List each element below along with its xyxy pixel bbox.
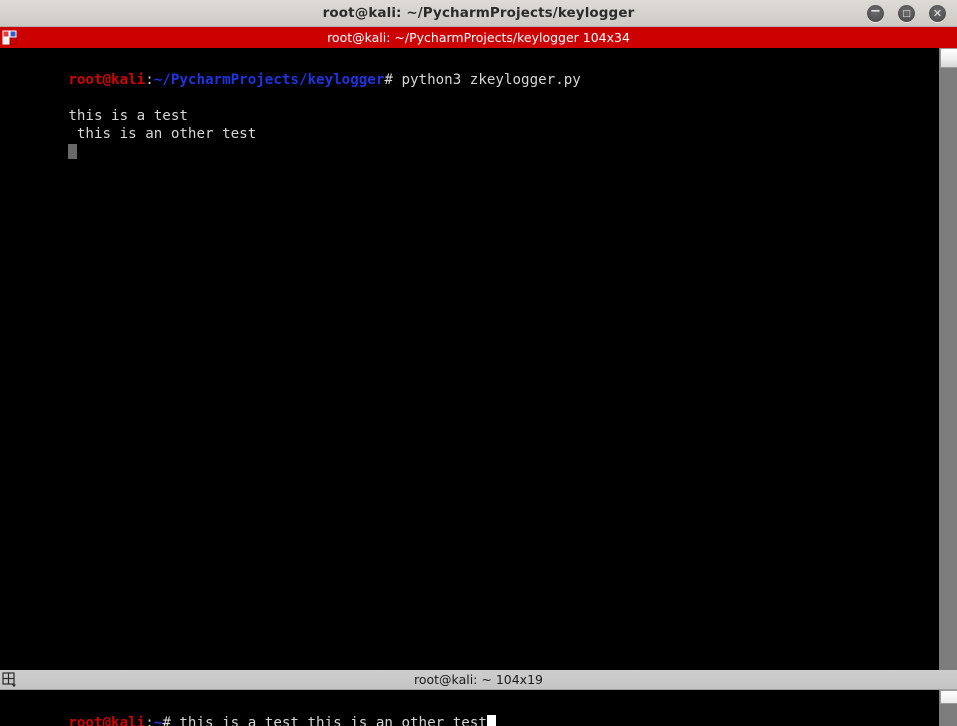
- terminal-cursor: [486, 715, 496, 726]
- pane-bottom-tab-label: root@kali: ~ 104x19: [414, 672, 543, 687]
- pane-bottom-scrollbar[interactable]: [938, 690, 957, 726]
- prompt-user-host: root@kali: [68, 72, 146, 88]
- terminal-window: root@kali: ~/PycharmProjects/keylogger −…: [0, 0, 957, 726]
- terminal-cursor-line: [0, 125, 78, 159]
- maximize-icon: □: [902, 9, 911, 19]
- terminal-line: root@kali:~# this is a test this is an o…: [0, 696, 496, 726]
- prompt-colon: :: [145, 715, 154, 726]
- pane-top-content[interactable]: root@kali:~/PycharmProjects/keylogger# p…: [0, 48, 938, 670]
- terminal-cursor: [68, 144, 78, 159]
- maximize-button[interactable]: □: [898, 5, 915, 22]
- minimize-icon: −: [870, 4, 881, 19]
- window-titlebar: root@kali: ~/PycharmProjects/keylogger −…: [0, 0, 957, 27]
- prompt-colon: :: [145, 72, 154, 88]
- minimize-button[interactable]: −: [867, 5, 884, 22]
- pane-top-tab-label: root@kali: ~/PycharmProjects/keylogger 1…: [327, 30, 630, 45]
- window-title: root@kali: ~/PycharmProjects/keylogger: [322, 5, 635, 21]
- pane-bottom-scrollbar-thumb[interactable]: [940, 690, 957, 704]
- close-icon: ✕: [932, 7, 943, 20]
- terminal-pane-bottom: root@kali: ~ 104x19 root@kali:~# this is…: [0, 670, 957, 726]
- close-button[interactable]: ✕: [929, 5, 946, 22]
- pane-bottom-tabbar[interactable]: root@kali: ~ 104x19: [0, 670, 957, 690]
- terminal-output-text: this is an other test: [68, 126, 257, 142]
- pane-top-tabbar[interactable]: root@kali: ~/PycharmProjects/keylogger 1…: [0, 27, 957, 48]
- terminal-line: this is an other test: [0, 107, 256, 142]
- prompt-command: # python3 zkeylogger.py: [384, 72, 581, 88]
- prompt-path: ~/PycharmProjects/keylogger: [153, 72, 385, 88]
- terminal-line: root@kali:~/PycharmProjects/keylogger# p…: [0, 53, 581, 88]
- pane-top-scrollbar-thumb[interactable]: [940, 48, 957, 68]
- pane-top-scrollbar[interactable]: [938, 48, 957, 670]
- pane-bottom-content[interactable]: root@kali:~# this is a test this is an o…: [0, 690, 938, 726]
- prompt-typed-text: # this is a test this is an other test: [162, 715, 487, 726]
- terminal-pane-top: root@kali: ~/PycharmProjects/keylogger 1…: [0, 27, 957, 670]
- terminal-line: this is a test: [0, 89, 188, 124]
- prompt-user-host: root@kali: [68, 715, 146, 726]
